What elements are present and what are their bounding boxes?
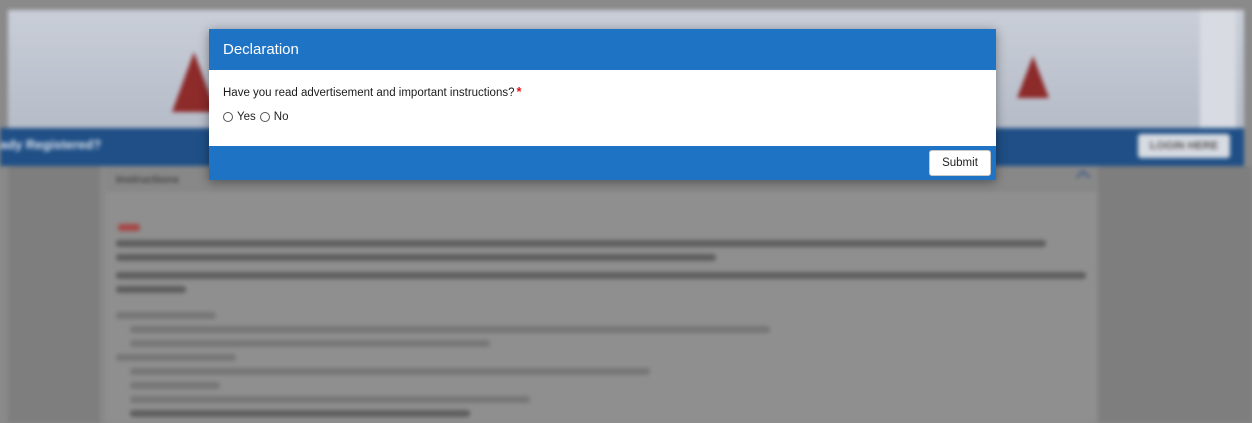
modal-title: Declaration xyxy=(223,41,299,58)
instructions-card: Instructions xyxy=(106,168,1098,423)
required-marker: * xyxy=(516,84,522,99)
declaration-modal: Declaration Have you read advertisement … xyxy=(209,29,996,180)
note-line xyxy=(118,224,140,231)
yes-radio[interactable] xyxy=(223,112,233,122)
text-line xyxy=(130,368,650,375)
no-radio[interactable] xyxy=(259,112,270,122)
text-line xyxy=(116,254,716,261)
declaration-question: Have you read advertisement and importan… xyxy=(223,84,522,99)
text-line xyxy=(116,312,216,319)
text-line xyxy=(130,326,770,333)
no-label[interactable]: No xyxy=(274,111,289,123)
question-text: Have you read advertisement and importan… xyxy=(223,87,515,99)
option-no[interactable]: No xyxy=(259,111,289,123)
text-line xyxy=(116,272,1086,279)
text-line xyxy=(116,240,1046,247)
modal-body: Have you read advertisement and importan… xyxy=(209,70,996,146)
chevron-up-icon xyxy=(1075,169,1091,185)
text-line xyxy=(130,410,470,417)
option-yes[interactable]: Yes xyxy=(223,111,256,123)
submit-button[interactable]: Submit xyxy=(929,150,991,176)
text-line xyxy=(130,340,490,347)
login-button: LOGIN HERE xyxy=(1138,134,1230,158)
banner-logo-shape-right xyxy=(1017,56,1049,98)
background-left-margin xyxy=(8,166,100,423)
text-line xyxy=(130,396,530,403)
modal-header: Declaration xyxy=(209,29,996,70)
text-line xyxy=(130,382,220,389)
text-line xyxy=(116,286,186,293)
yes-label[interactable]: Yes xyxy=(237,111,256,123)
already-registered-text: ady Registered? xyxy=(0,137,102,152)
background-right-margin xyxy=(1098,166,1252,423)
modal-footer: Submit xyxy=(209,146,996,180)
instructions-card-title: Instructions xyxy=(116,174,179,186)
banner-side-panel xyxy=(1200,10,1236,128)
answer-options: Yes No xyxy=(223,111,292,123)
text-line xyxy=(116,354,236,361)
